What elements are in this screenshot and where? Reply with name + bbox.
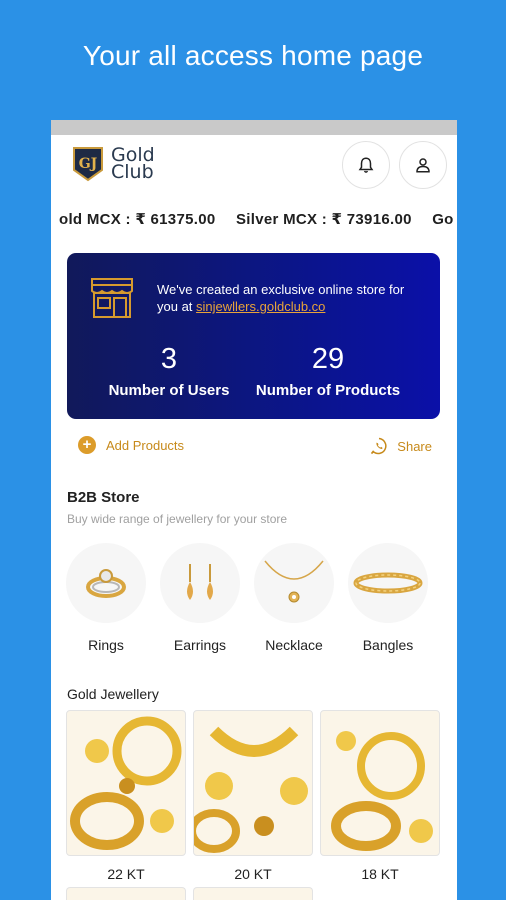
bangle-icon [353,572,423,594]
users-count: 3 [160,343,178,375]
category-earrings[interactable]: Earrings [157,543,243,653]
bangles-label: Bangles [362,637,414,653]
add-products-label: Add Products [106,437,185,453]
jewellery-image [66,887,186,900]
share-label: Share [397,438,432,454]
tile-label-22kt: 22 KT [107,866,145,882]
users-label: Number of Users [108,382,230,399]
tile-label-20kt: 20 KT [234,866,272,882]
earrings-image [160,543,240,623]
tile-partial-2[interactable] [193,887,313,900]
tile-22kt[interactable]: 22 KT [66,710,186,882]
notifications-button[interactable] [342,141,390,189]
store-banner: We've created an exclusive online store … [67,253,440,419]
logo-wordmark: Gold Club [111,146,155,183]
category-rings[interactable]: Rings [63,543,149,653]
profile-button[interactable] [399,141,447,189]
ticker-next: Go [432,211,454,228]
rings-image [66,543,146,623]
products-label: Number of Products [255,382,401,399]
jewellery-image [193,887,313,900]
earrings-label: Earrings [173,637,227,653]
products-count: 29 [311,343,345,375]
b2b-store-title: B2B Store [67,489,140,506]
tile-20kt[interactable]: 20 KT [193,710,313,882]
plus-icon: + [78,436,96,454]
jewellery-image [66,710,186,856]
phone-screen: GJ Gold Club old MCX : ₹ 61375.00 Silver… [51,120,457,900]
bangles-image [348,543,428,623]
necklace-icon [264,560,324,603]
whatsapp-icon [371,437,387,455]
gold-club-logo[interactable]: GJ Gold Club [72,146,155,182]
users-stat: 3 Number of Users [107,343,231,399]
ring-icon [86,569,126,598]
products-stat: 29 Number of Products [253,343,403,399]
logo-mark-letters: GJ [79,156,98,172]
b2b-store-subtitle: Buy wide range of jewellery for your sto… [67,512,288,526]
category-necklace[interactable]: Necklace [251,543,337,653]
promo-title: Your all access home page [82,40,424,71]
earring-icon [187,564,213,600]
tile-partial-1[interactable] [66,887,186,900]
banner-message: We've created an exclusive online store … [157,281,427,315]
jewellery-image [320,710,440,856]
category-bangles[interactable]: Bangles [345,543,431,653]
rings-label: Rings [88,637,124,653]
rates-ticker: old MCX : ₹ 61375.00 Silver MCX : ₹ 7391… [51,207,457,233]
top-bar: GJ Gold Club [51,135,457,193]
actions-row: + Add Products Share [51,436,457,460]
bell-icon [358,157,374,173]
ticker-gold-mcx: old MCX : ₹ 61375.00 [59,211,216,228]
user-icon [416,158,430,173]
ticker-silver-mcx: Silver MCX : ₹ 73916.00 [235,211,412,228]
store-link[interactable]: sinjewllers.goldclub.co [196,299,325,314]
add-products-button[interactable]: + Add Products [78,436,184,454]
logo-line-2: Club [111,161,154,183]
gold-club-logo-mark: GJ [73,147,103,182]
tile-18kt[interactable]: 18 KT [320,710,440,882]
necklace-image [254,543,334,623]
jewellery-image [193,710,313,856]
necklace-label: Necklace [265,637,323,653]
share-button[interactable]: Share [369,436,432,456]
tile-label-18kt: 18 KT [361,866,399,882]
store-icon [91,278,133,318]
gold-jewellery-title: Gold Jewellery [67,686,159,702]
status-bar [51,120,457,135]
